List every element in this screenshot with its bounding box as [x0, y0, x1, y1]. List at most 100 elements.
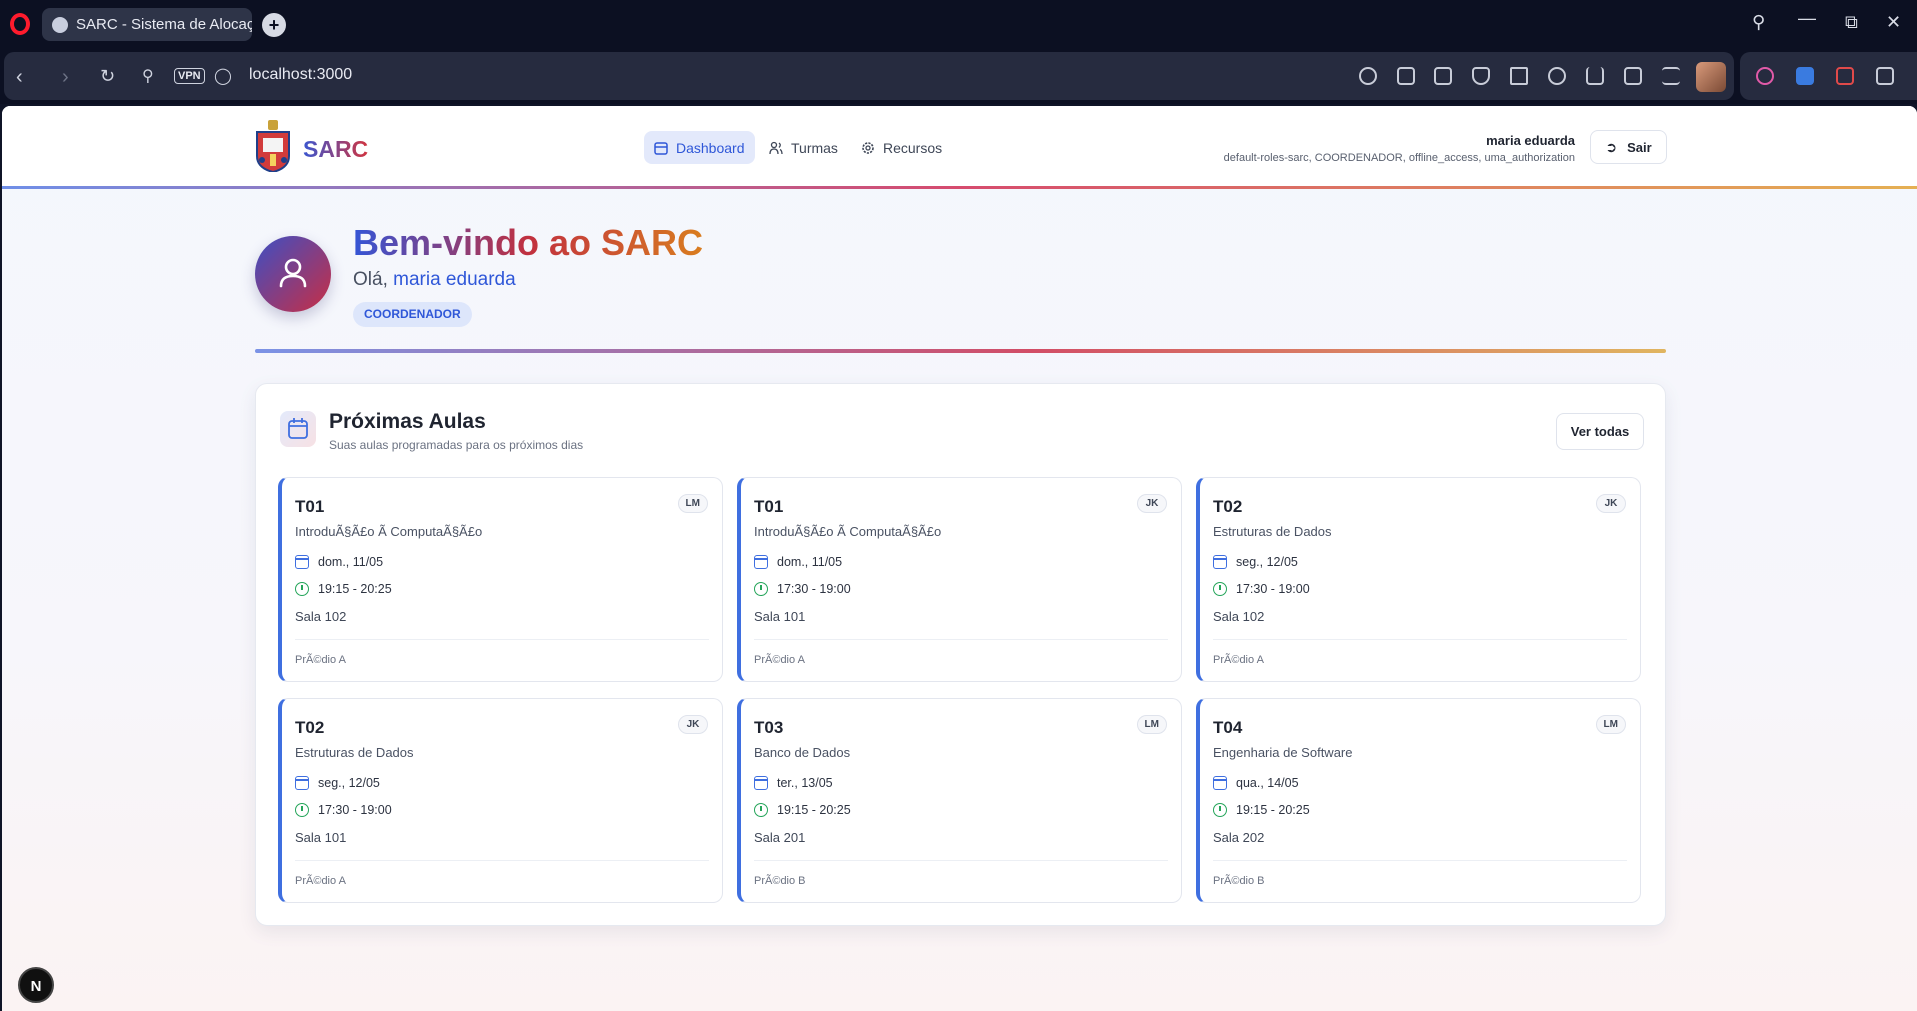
- panel-subtitle: Suas aulas programadas para os próximos …: [329, 438, 584, 452]
- class-date-text: dom., 11/05: [318, 555, 384, 569]
- logout-icon: ➲: [1605, 138, 1618, 155]
- search-page-icon[interactable]: [1359, 67, 1377, 85]
- nav-turmas-label: Turmas: [791, 139, 838, 156]
- class-card[interactable]: T01 JK IntroduÃ§Ã£o Ã ComputaÃ§Ã£o dom.,…: [737, 477, 1182, 682]
- class-date-text: seg., 12/05: [1236, 555, 1298, 569]
- users-icon: [769, 141, 783, 154]
- tag-icon[interactable]: [1624, 67, 1642, 85]
- professor-badge: JK: [1596, 494, 1626, 513]
- card-divider: [754, 860, 1168, 861]
- opera-logo-icon[interactable]: [10, 13, 30, 35]
- class-code: T04: [1213, 718, 1243, 737]
- class-date-text: seg., 12/05: [318, 776, 380, 790]
- nav-turmas[interactable]: Turmas: [759, 131, 848, 164]
- course-name: IntroduÃ§Ã£o Ã ComputaÃ§Ã£o: [295, 524, 483, 539]
- hero-divider: [255, 349, 1666, 353]
- greeting-prefix: Olá,: [353, 269, 388, 290]
- class-room: Sala 102: [1213, 609, 1265, 624]
- professor-badge: JK: [1137, 494, 1167, 513]
- header-gradient-line: [2, 186, 1917, 189]
- extensions-bar: [1740, 52, 1917, 100]
- class-room: Sala 101: [754, 609, 806, 624]
- panel-title: Próximas Aulas: [329, 410, 486, 433]
- address-pill: ‹ › ↻ ⚲ VPN ◯ localhost:3000: [4, 52, 1734, 100]
- record-icon[interactable]: [1836, 67, 1854, 85]
- greeting-user-name: maria eduarda: [393, 269, 516, 290]
- user-name: maria eduarda: [1486, 133, 1575, 148]
- upcoming-classes-panel: Próximas Aulas Suas aulas programadas pa…: [255, 383, 1666, 926]
- browser-tab-bar: SARC - Sistema de Alocaç + ⚲ ― ⧉ ✕: [0, 0, 1917, 50]
- download-icon[interactable]: [1586, 67, 1604, 85]
- class-card[interactable]: T03 LM Banco de Dados ter., 13/05 19:15 …: [737, 698, 1182, 903]
- class-time-text: 19:15 - 20:25: [777, 803, 851, 817]
- class-building: PrÃ©dio A: [754, 654, 805, 666]
- url-field[interactable]: localhost:3000: [249, 66, 352, 84]
- course-name: Estruturas de Dados: [295, 745, 414, 760]
- class-date: seg., 12/05: [1213, 555, 1298, 569]
- globe-icon[interactable]: ◯: [214, 66, 232, 86]
- class-card[interactable]: T02 JK Estruturas de Dados seg., 12/05 1…: [278, 698, 723, 903]
- class-time-text: 19:15 - 20:25: [318, 582, 392, 596]
- app-header: SARC Dashboard Turmas Recursos maria edu…: [2, 106, 1917, 189]
- minimize-button[interactable]: ―: [1798, 8, 1816, 29]
- cube-icon[interactable]: [1876, 67, 1894, 85]
- nav-dashboard[interactable]: Dashboard: [644, 131, 755, 164]
- globe-icon: [52, 16, 68, 33]
- security-key-icon[interactable]: ⚲: [142, 66, 154, 86]
- card-divider: [295, 860, 709, 861]
- send-icon[interactable]: [1510, 67, 1528, 85]
- class-code: T03: [754, 718, 784, 737]
- browser-tab[interactable]: SARC - Sistema de Alocaç: [42, 8, 252, 41]
- forward-button[interactable]: ›: [62, 66, 69, 89]
- nav-recursos[interactable]: Recursos: [851, 131, 952, 164]
- see-all-button[interactable]: Ver todas: [1556, 413, 1644, 450]
- class-time: 17:30 - 19:00: [1213, 582, 1310, 596]
- class-room: Sala 201: [754, 830, 806, 845]
- university-crest-logo[interactable]: [254, 120, 292, 172]
- restore-button[interactable]: ⧉: [1845, 12, 1858, 33]
- class-code: T02: [1213, 497, 1243, 516]
- edit-icon[interactable]: [1397, 67, 1415, 85]
- course-name: Engenharia de Software: [1213, 745, 1353, 760]
- calendar-icon: [288, 418, 308, 439]
- brand-name[interactable]: SARC: [303, 136, 368, 163]
- color-wheel-icon[interactable]: [1756, 67, 1774, 85]
- class-card[interactable]: T01 LM IntroduÃ§Ã£o Ã ComputaÃ§Ã£o dom.,…: [278, 477, 723, 682]
- camera-icon[interactable]: [1434, 67, 1452, 85]
- card-divider: [295, 639, 709, 640]
- vpn-badge[interactable]: VPN: [174, 68, 205, 84]
- user-icon: [279, 258, 307, 288]
- gear-icon: [862, 141, 874, 154]
- nav-recursos-label: Recursos: [883, 139, 943, 156]
- profile-avatar[interactable]: [1696, 62, 1726, 92]
- clock-icon: [754, 582, 768, 596]
- translate-icon[interactable]: [1796, 67, 1814, 85]
- reload-icon[interactable]: ↻: [100, 66, 115, 87]
- professor-badge: LM: [1595, 715, 1626, 734]
- settings-sliders-icon[interactable]: [1662, 67, 1680, 85]
- shield-icon[interactable]: [1472, 67, 1490, 85]
- nextjs-dev-badge[interactable]: N: [18, 967, 54, 1003]
- class-card[interactable]: T02 JK Estruturas de Dados seg., 12/05 1…: [1196, 477, 1641, 682]
- new-tab-button[interactable]: +: [262, 13, 286, 37]
- calendar-icon: [295, 555, 309, 569]
- class-time: 19:15 - 20:25: [754, 803, 851, 817]
- class-building: PrÃ©dio A: [1213, 654, 1264, 666]
- calendar-icon: [1213, 776, 1227, 790]
- search-tabs-icon[interactable]: ⚲: [1752, 12, 1765, 33]
- logout-button[interactable]: ➲ Sair: [1590, 130, 1667, 164]
- back-button[interactable]: ‹: [16, 66, 23, 89]
- user-roles: default-roles-sarc, COORDENADOR, offline…: [1223, 152, 1575, 164]
- class-date: seg., 12/05: [295, 776, 380, 790]
- web-page: SARC Dashboard Turmas Recursos maria edu…: [2, 106, 1917, 1011]
- close-window-button[interactable]: ✕: [1886, 12, 1901, 33]
- heart-icon[interactable]: [1548, 67, 1566, 85]
- calendar-icon: [754, 555, 768, 569]
- class-building: PrÃ©dio A: [295, 875, 346, 887]
- class-time-text: 17:30 - 19:00: [777, 582, 851, 596]
- class-card[interactable]: T04 LM Engenharia de Software qua., 14/0…: [1196, 698, 1641, 903]
- greeting: Olá, maria eduarda: [353, 269, 516, 291]
- class-room: Sala 102: [295, 609, 347, 624]
- calendar-icon: [654, 141, 668, 155]
- class-date: qua., 14/05: [1213, 776, 1299, 790]
